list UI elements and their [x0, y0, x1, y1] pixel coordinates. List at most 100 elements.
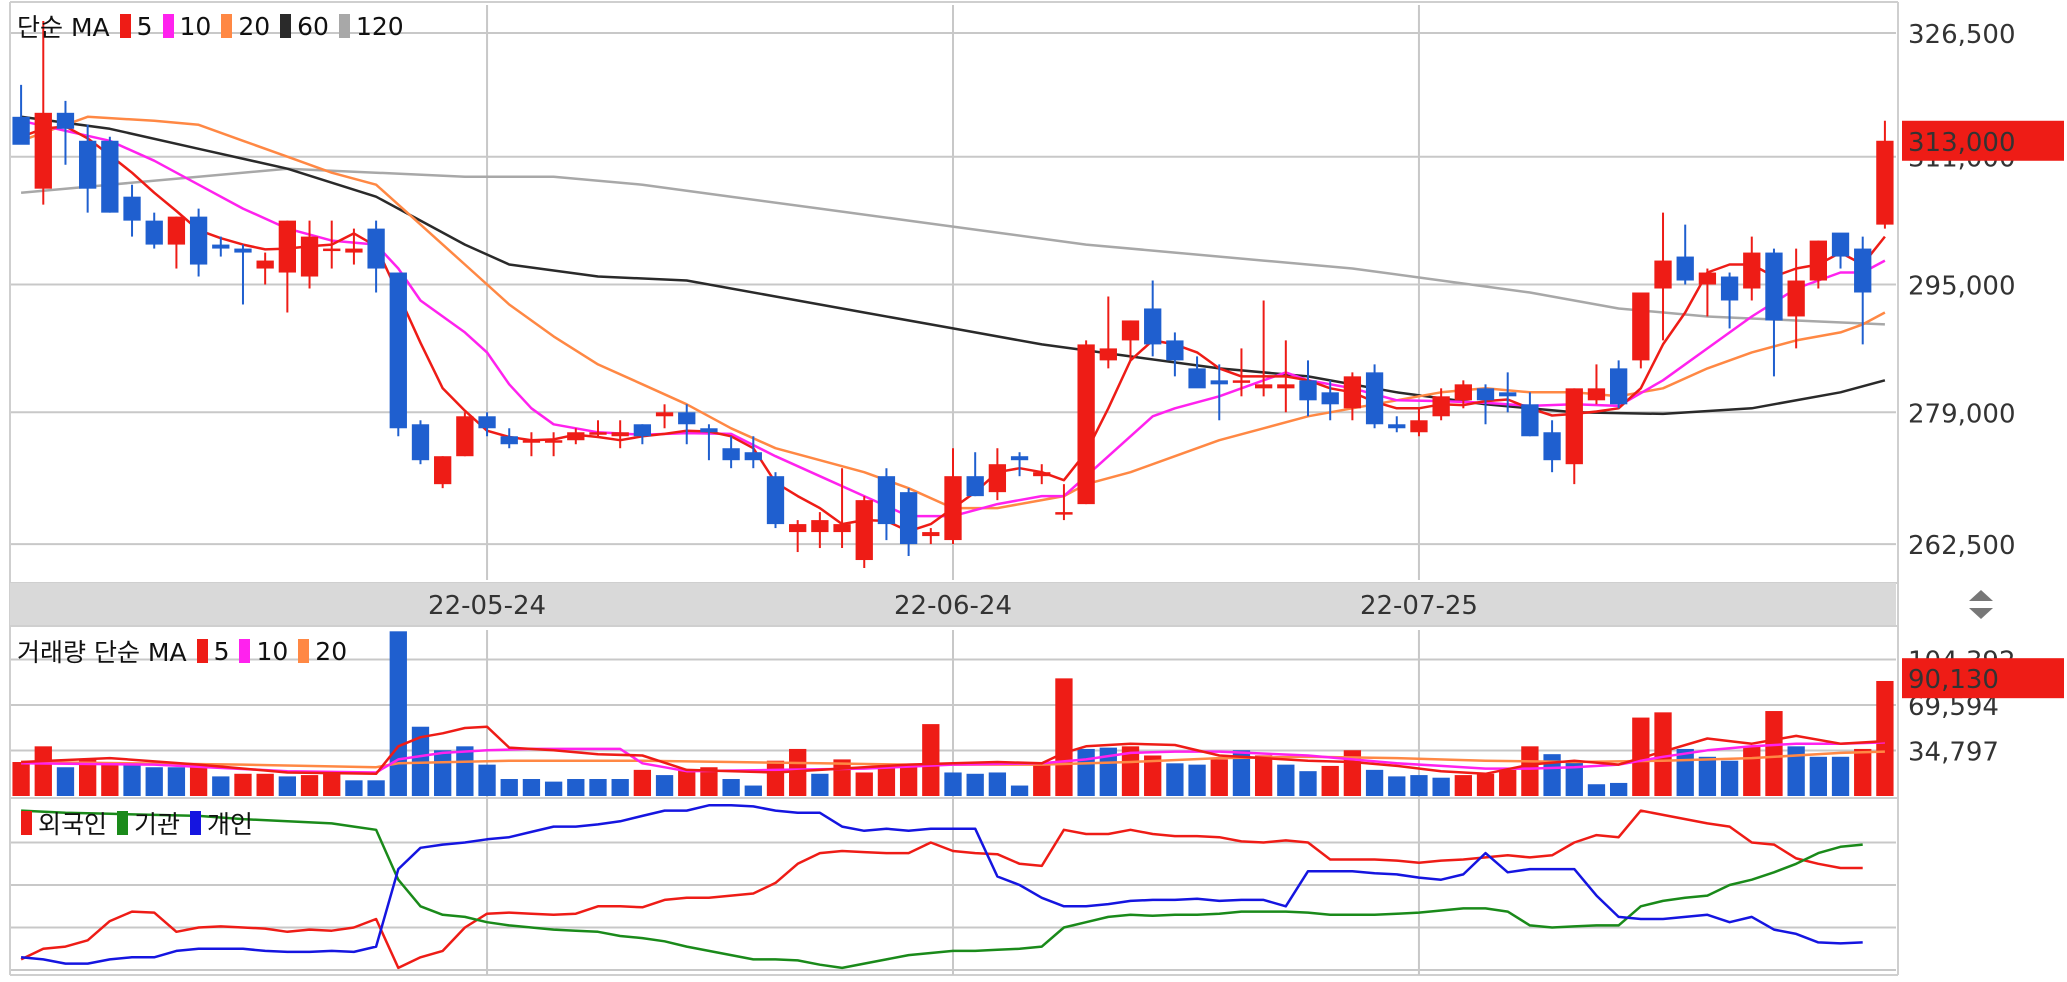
- price-legend-title: 단순 MA: [17, 13, 110, 42]
- volume-bar-56: [1254, 755, 1273, 796]
- legend-swatch-ma20: [221, 14, 233, 38]
- volume-legend: 거래량 단순 MA 5 10 20: [17, 633, 347, 669]
- price-tick-3: 279,000: [1908, 399, 2016, 429]
- price-tick-4: 262,500: [1908, 531, 2016, 561]
- volume-bar-20: [456, 746, 474, 796]
- candle-body-84: [1876, 140, 1894, 225]
- volume-bar-6: [145, 767, 163, 796]
- candle-body-39: [877, 476, 896, 525]
- last-price-label: 313,000: [1908, 128, 2016, 158]
- volume-bar-23: [522, 779, 541, 796]
- volume-legend-swatch-ma5: [196, 639, 208, 663]
- legend-swatch-ma5: [119, 14, 131, 38]
- volume-legend-label-ma20: 20: [315, 636, 348, 666]
- investor-legend: 외국인 기관 개인: [17, 805, 253, 841]
- candle-body-7: [167, 216, 186, 245]
- volume-legend-label-ma10: 10: [256, 636, 289, 666]
- volume-bar-54: [1210, 759, 1228, 796]
- candle-body-38: [855, 500, 873, 561]
- volume-bar-28: [633, 769, 652, 796]
- candle-body-6: [145, 220, 163, 245]
- investor-swatch-foreign: [21, 811, 32, 835]
- volume-bar-44: [988, 772, 1007, 796]
- candle-body-51: [1144, 308, 1162, 345]
- volume-bar-0: [12, 762, 30, 796]
- volume-bar-11: [256, 773, 274, 796]
- date-label-0: 22-05-24: [428, 591, 546, 621]
- candle-body-26: [589, 432, 607, 435]
- candle-body-54: [1210, 380, 1228, 385]
- date-label-2: 22-07-25: [1360, 591, 1478, 621]
- volume-bar-59: [1321, 765, 1339, 796]
- volume-bar-61: [1365, 769, 1384, 796]
- volume-bar-1: [34, 746, 52, 796]
- candle-body-3: [79, 140, 97, 189]
- candle-body-5: [123, 196, 141, 221]
- candle-body-36: [811, 520, 829, 533]
- candle-body-48: [1077, 344, 1095, 505]
- legend-swatch-ma10: [162, 14, 174, 38]
- candle-body-78: [1743, 252, 1761, 289]
- volume-bar-40: [899, 767, 918, 796]
- volume-bar-48: [1077, 748, 1095, 796]
- volume-bar-9: [212, 776, 230, 796]
- volume-bar-45: [1010, 785, 1029, 796]
- candle-body-64: [1432, 396, 1450, 417]
- volume-bar-19: [434, 750, 452, 796]
- candle-body-14: [323, 248, 341, 252]
- volume-bar-66: [1476, 773, 1495, 796]
- volume-bar-80: [1787, 746, 1805, 796]
- volume-bar-4: [101, 762, 119, 796]
- candle-body-74: [1654, 260, 1672, 289]
- candle-body-30: [678, 412, 696, 425]
- candle-body-25: [567, 432, 585, 441]
- candle-body-29: [655, 412, 674, 417]
- volume-bar-29: [655, 775, 674, 796]
- volume-bar-84: [1876, 680, 1894, 796]
- candle-body-68: [1521, 404, 1539, 437]
- candle-body-8: [189, 216, 208, 265]
- candle-body-2: [56, 112, 75, 129]
- volume-bar-65: [1454, 775, 1472, 796]
- candle-body-19: [434, 456, 452, 485]
- candle-body-53: [1188, 368, 1206, 389]
- volume-legend-swatch-ma10: [239, 639, 251, 663]
- stock-chart[interactable]: 22-05-2422-06-2422-07-25 326,500311,0002…: [0, 0, 2067, 982]
- candle-body-20: [456, 416, 474, 457]
- volume-legend-label-ma5: 5: [213, 636, 230, 666]
- volume-bar-83: [1854, 748, 1872, 796]
- candle-body-66: [1476, 388, 1495, 401]
- candle-body-35: [789, 524, 807, 533]
- volume-bar-43: [966, 773, 984, 796]
- volume-bar-16: [367, 780, 385, 796]
- candle-body-59: [1321, 392, 1339, 405]
- volume-bar-30: [678, 769, 696, 796]
- volume-bar-63: [1410, 775, 1428, 796]
- price-tick-2: 295,000: [1908, 272, 2016, 302]
- candle-body-17: [389, 272, 407, 429]
- volume-bar-81: [1809, 756, 1827, 796]
- volume-bar-14: [323, 773, 341, 796]
- volume-bar-62: [1388, 776, 1406, 796]
- candle-body-18: [411, 424, 430, 461]
- candle-body-46: [1033, 472, 1051, 477]
- candle-body-79: [1765, 252, 1783, 321]
- volume-bar-26: [589, 779, 607, 796]
- candle-body-34: [766, 476, 785, 525]
- legend-swatch-ma120: [338, 14, 350, 38]
- candle-body-61: [1365, 372, 1384, 425]
- volume-bar-25: [567, 779, 585, 796]
- candle-body-70: [1565, 388, 1583, 465]
- legend-label-ma60: 60: [297, 11, 329, 41]
- volume-bar-42: [944, 772, 962, 796]
- volume-legend-swatch-ma20: [298, 639, 310, 663]
- candle-body-76: [1698, 272, 1717, 285]
- volume-bar-13: [300, 775, 319, 796]
- volume-bar-2: [56, 767, 75, 796]
- candle-body-10: [234, 248, 252, 253]
- legend-label-ma120: 120: [355, 11, 404, 41]
- candle-body-55: [1232, 380, 1251, 383]
- investor-label-foreign: 외국인: [38, 810, 108, 839]
- candle-body-50: [1121, 320, 1140, 341]
- candle-body-40: [899, 492, 918, 545]
